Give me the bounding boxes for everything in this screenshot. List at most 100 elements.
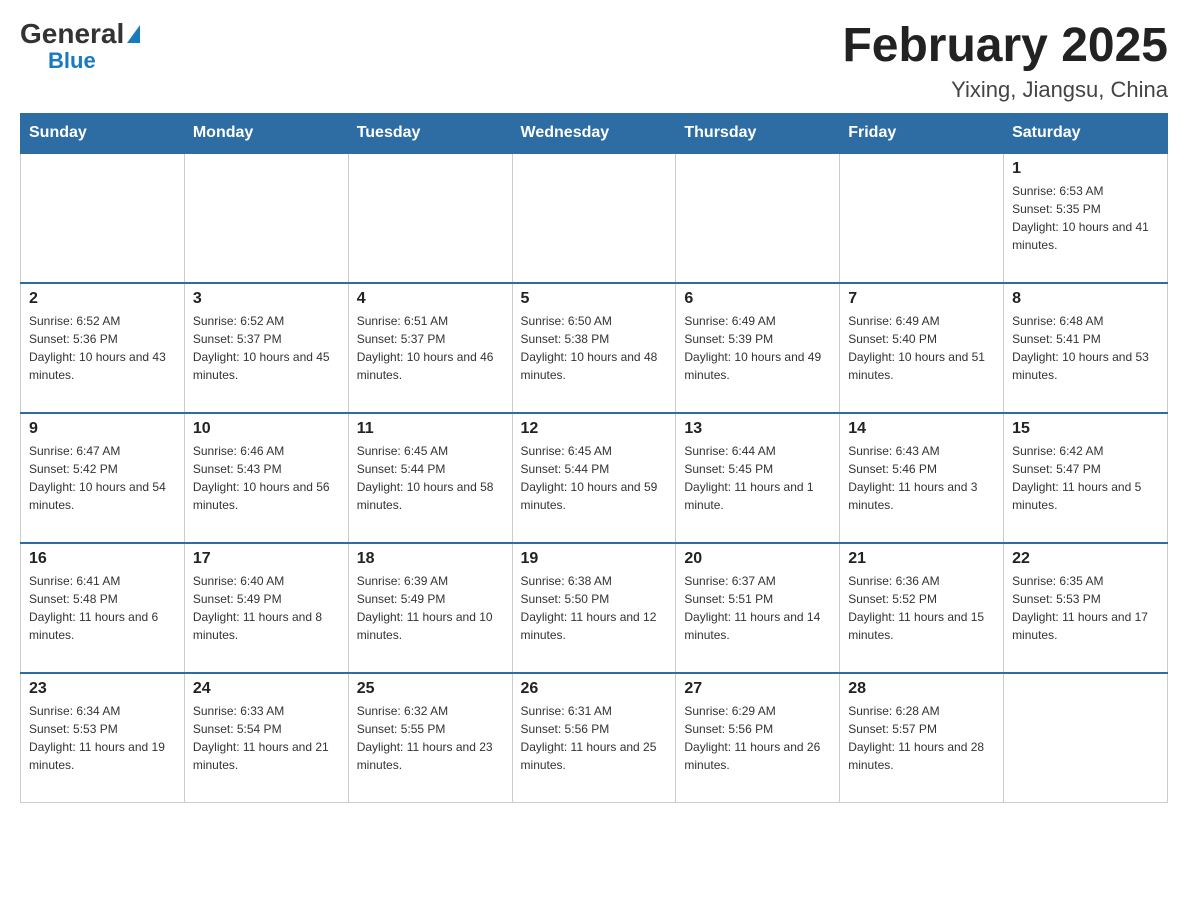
page-header: General Blue February 2025 Yixing, Jiang…	[20, 20, 1168, 103]
day-info: Sunrise: 6:42 AM Sunset: 5:47 PM Dayligh…	[1012, 442, 1159, 514]
calendar-cell: 11 Sunrise: 6:45 AM Sunset: 5:44 PM Dayli…	[348, 413, 512, 543]
day-number: 17	[193, 550, 340, 568]
day-info: Sunrise: 6:39 AM Sunset: 5:49 PM Dayligh…	[357, 572, 504, 644]
day-number: 26	[521, 680, 668, 698]
day-info: Sunrise: 6:49 AM Sunset: 5:40 PM Dayligh…	[848, 312, 995, 384]
day-info: Sunrise: 6:40 AM Sunset: 5:49 PM Dayligh…	[193, 572, 340, 644]
calendar-cell	[21, 153, 185, 283]
week-row-2: 2Sunrise: 6:52 AM Sunset: 5:36 PM Daylig…	[21, 283, 1168, 413]
day-info: Sunrise: 6:49 AM Sunset: 5:39 PM Dayligh…	[684, 312, 831, 384]
day-number: 15	[1012, 420, 1159, 438]
logo: General Blue	[20, 20, 140, 74]
day-number: 10	[193, 420, 340, 438]
calendar-cell: 27 Sunrise: 6:29 AM Sunset: 5:56 PM Dayli…	[676, 673, 840, 803]
calendar-cell: 18 Sunrise: 6:39 AM Sunset: 5:49 PM Dayli…	[348, 543, 512, 673]
day-info: Sunrise: 6:31 AM Sunset: 5:56 PM Dayligh…	[521, 702, 668, 774]
day-info: Sunrise: 6:41 AM Sunset: 5:48 PM Dayligh…	[29, 572, 176, 644]
day-number: 14	[848, 420, 995, 438]
calendar-cell: 28 Sunrise: 6:28 AM Sunset: 5:57 PM Dayli…	[840, 673, 1004, 803]
logo-general-text: General	[20, 20, 124, 48]
calendar-cell: 21 Sunrise: 6:36 AM Sunset: 5:52 PM Dayli…	[840, 543, 1004, 673]
day-number: 18	[357, 550, 504, 568]
day-info: Sunrise: 6:53 AM Sunset: 5:35 PM Dayligh…	[1012, 182, 1159, 254]
day-number: 6	[684, 290, 831, 308]
day-number: 23	[29, 680, 176, 698]
calendar-cell: 8 Sunrise: 6:48 AM Sunset: 5:41 PM Daylig…	[1004, 283, 1168, 413]
day-info: Sunrise: 6:35 AM Sunset: 5:53 PM Dayligh…	[1012, 572, 1159, 644]
title-block: February 2025 Yixing, Jiangsu, China	[842, 20, 1168, 103]
calendar-cell: 16Sunrise: 6:41 AM Sunset: 5:48 PM Dayli…	[21, 543, 185, 673]
weekday-header-saturday: Saturday	[1004, 113, 1168, 153]
day-number: 21	[848, 550, 995, 568]
weekday-header-tuesday: Tuesday	[348, 113, 512, 153]
calendar-cell: 23 Sunrise: 6:34 AM Sunset: 5:53 PM Dayli…	[21, 673, 185, 803]
day-number: 13	[684, 420, 831, 438]
week-row-4: 16Sunrise: 6:41 AM Sunset: 5:48 PM Dayli…	[21, 543, 1168, 673]
calendar-cell: 13Sunrise: 6:44 AM Sunset: 5:45 PM Dayli…	[676, 413, 840, 543]
day-info: Sunrise: 6:28 AM Sunset: 5:57 PM Dayligh…	[848, 702, 995, 774]
calendar-cell: 17 Sunrise: 6:40 AM Sunset: 5:49 PM Dayli…	[184, 543, 348, 673]
calendar-cell: 19 Sunrise: 6:38 AM Sunset: 5:50 PM Dayli…	[512, 543, 676, 673]
calendar-cell: 4Sunrise: 6:51 AM Sunset: 5:37 PM Daylig…	[348, 283, 512, 413]
calendar-cell: 14Sunrise: 6:43 AM Sunset: 5:46 PM Dayli…	[840, 413, 1004, 543]
calendar-cell: 6 Sunrise: 6:49 AM Sunset: 5:39 PM Daylig…	[676, 283, 840, 413]
day-number: 20	[684, 550, 831, 568]
calendar-cell: 3Sunrise: 6:52 AM Sunset: 5:37 PM Daylig…	[184, 283, 348, 413]
weekday-header-wednesday: Wednesday	[512, 113, 676, 153]
month-title: February 2025	[842, 20, 1168, 73]
calendar-cell: 20 Sunrise: 6:37 AM Sunset: 5:51 PM Dayli…	[676, 543, 840, 673]
calendar-cell	[1004, 673, 1168, 803]
calendar-cell: 24Sunrise: 6:33 AM Sunset: 5:54 PM Dayli…	[184, 673, 348, 803]
day-info: Sunrise: 6:48 AM Sunset: 5:41 PM Dayligh…	[1012, 312, 1159, 384]
calendar-cell: 10 Sunrise: 6:46 AM Sunset: 5:43 PM Dayli…	[184, 413, 348, 543]
calendar-table: SundayMondayTuesdayWednesdayThursdayFrid…	[20, 113, 1168, 804]
calendar-cell: 15 Sunrise: 6:42 AM Sunset: 5:47 PM Dayli…	[1004, 413, 1168, 543]
calendar-cell: 7 Sunrise: 6:49 AM Sunset: 5:40 PM Daylig…	[840, 283, 1004, 413]
day-number: 11	[357, 420, 504, 438]
calendar-cell: 9 Sunrise: 6:47 AM Sunset: 5:42 PM Daylig…	[21, 413, 185, 543]
day-number: 27	[684, 680, 831, 698]
calendar-cell	[840, 153, 1004, 283]
calendar-cell: 22 Sunrise: 6:35 AM Sunset: 5:53 PM Dayli…	[1004, 543, 1168, 673]
day-info: Sunrise: 6:36 AM Sunset: 5:52 PM Dayligh…	[848, 572, 995, 644]
weekday-header-row: SundayMondayTuesdayWednesdayThursdayFrid…	[21, 113, 1168, 153]
day-number: 24	[193, 680, 340, 698]
calendar-cell: 25Sunrise: 6:32 AM Sunset: 5:55 PM Dayli…	[348, 673, 512, 803]
day-info: Sunrise: 6:51 AM Sunset: 5:37 PM Dayligh…	[357, 312, 504, 384]
day-number: 28	[848, 680, 995, 698]
day-number: 19	[521, 550, 668, 568]
calendar-cell: 5 Sunrise: 6:50 AM Sunset: 5:38 PM Daylig…	[512, 283, 676, 413]
day-number: 5	[521, 290, 668, 308]
day-number: 7	[848, 290, 995, 308]
day-info: Sunrise: 6:47 AM Sunset: 5:42 PM Dayligh…	[29, 442, 176, 514]
day-number: 1	[1012, 160, 1159, 178]
day-number: 8	[1012, 290, 1159, 308]
week-row-5: 23 Sunrise: 6:34 AM Sunset: 5:53 PM Dayli…	[21, 673, 1168, 803]
weekday-header-thursday: Thursday	[676, 113, 840, 153]
day-info: Sunrise: 6:45 AM Sunset: 5:44 PM Dayligh…	[357, 442, 504, 514]
day-number: 3	[193, 290, 340, 308]
day-info: Sunrise: 6:50 AM Sunset: 5:38 PM Dayligh…	[521, 312, 668, 384]
day-info: Sunrise: 6:38 AM Sunset: 5:50 PM Dayligh…	[521, 572, 668, 644]
day-info: Sunrise: 6:46 AM Sunset: 5:43 PM Dayligh…	[193, 442, 340, 514]
day-number: 25	[357, 680, 504, 698]
weekday-header-sunday: Sunday	[21, 113, 185, 153]
calendar-cell	[676, 153, 840, 283]
day-number: 22	[1012, 550, 1159, 568]
calendar-cell: 2Sunrise: 6:52 AM Sunset: 5:36 PM Daylig…	[21, 283, 185, 413]
day-info: Sunrise: 6:34 AM Sunset: 5:53 PM Dayligh…	[29, 702, 176, 774]
day-info: Sunrise: 6:37 AM Sunset: 5:51 PM Dayligh…	[684, 572, 831, 644]
logo-triangle-icon	[127, 25, 140, 43]
weekday-header-monday: Monday	[184, 113, 348, 153]
day-info: Sunrise: 6:45 AM Sunset: 5:44 PM Dayligh…	[521, 442, 668, 514]
day-number: 2	[29, 290, 176, 308]
week-row-3: 9 Sunrise: 6:47 AM Sunset: 5:42 PM Daylig…	[21, 413, 1168, 543]
calendar-cell	[184, 153, 348, 283]
logo-blue-text: Blue	[48, 48, 96, 74]
weekday-header-friday: Friday	[840, 113, 1004, 153]
calendar-cell: 26 Sunrise: 6:31 AM Sunset: 5:56 PM Dayli…	[512, 673, 676, 803]
day-info: Sunrise: 6:29 AM Sunset: 5:56 PM Dayligh…	[684, 702, 831, 774]
day-number: 9	[29, 420, 176, 438]
calendar-cell: 1 Sunrise: 6:53 AM Sunset: 5:35 PM Daylig…	[1004, 153, 1168, 283]
calendar-cell: 12Sunrise: 6:45 AM Sunset: 5:44 PM Dayli…	[512, 413, 676, 543]
